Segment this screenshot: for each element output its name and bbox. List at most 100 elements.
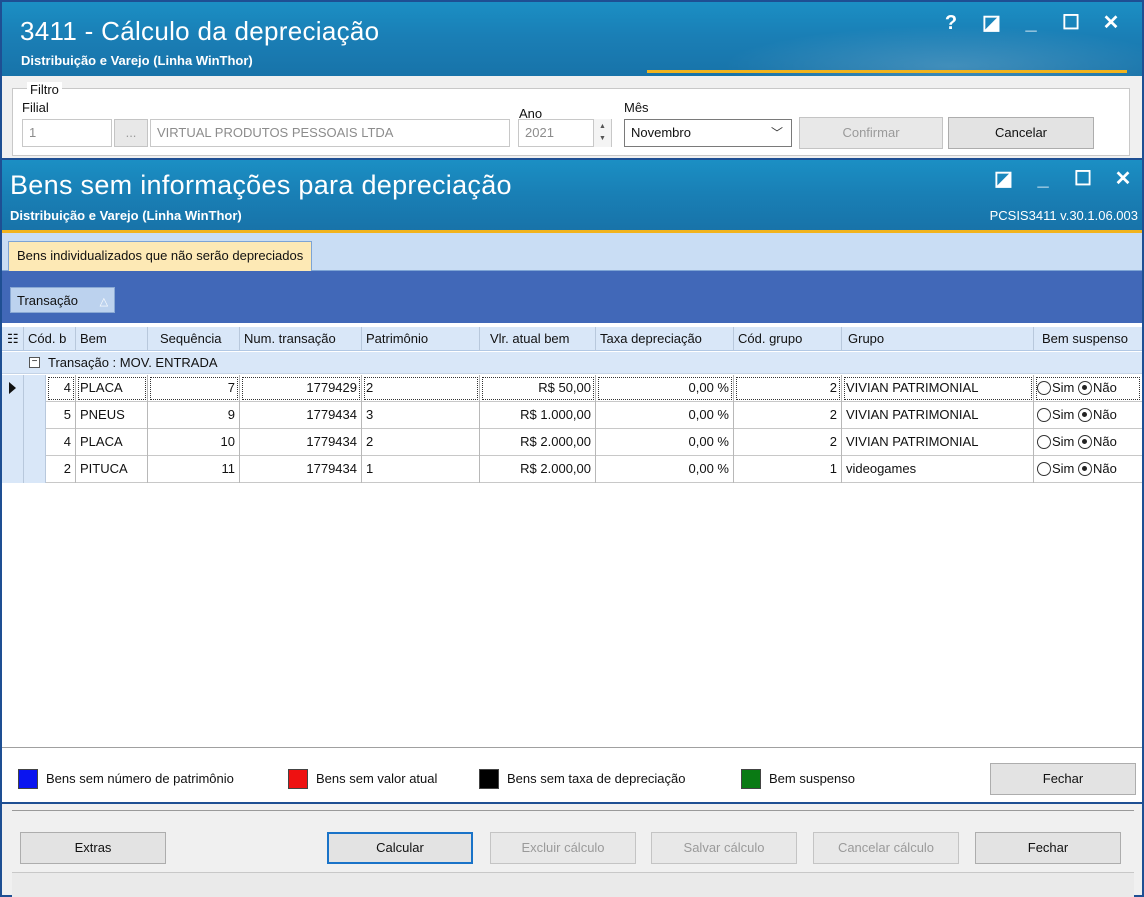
cell-cod-grupo[interactable]: 2	[734, 375, 842, 402]
cancelar-calculo-button[interactable]: Cancelar cálculo	[813, 832, 959, 864]
cell-bem[interactable]: PLACA	[76, 375, 148, 402]
cell-cod[interactable]: 4	[46, 375, 76, 402]
header-taxa[interactable]: Taxa depreciação	[596, 327, 734, 351]
close-icon[interactable]: ✕	[1114, 168, 1132, 190]
group-chip-transacao[interactable]: Transação △	[10, 287, 116, 313]
radio-nao[interactable]	[1078, 408, 1093, 422]
ano-field[interactable]: 2021 ▲ ▼	[518, 119, 612, 147]
group-by-panel: Transação △	[2, 271, 1142, 323]
calcular-button[interactable]: Calcular	[327, 832, 473, 864]
radio-sim-label: Sim	[1052, 407, 1075, 422]
cell-taxa[interactable]: 0,00 %	[596, 429, 734, 456]
cell-seq[interactable]: 9	[148, 402, 240, 429]
restore-icon[interactable]: ◪	[994, 168, 1013, 190]
cell-patrimonio[interactable]: 3	[362, 402, 480, 429]
cell-taxa[interactable]: 0,00 %	[596, 456, 734, 483]
cancelar-button[interactable]: Cancelar	[948, 117, 1094, 149]
close-icon[interactable]: ✕	[1102, 12, 1120, 34]
cell-seq[interactable]: 11	[148, 456, 240, 483]
column-chooser-icon[interactable]: ☷	[2, 327, 24, 351]
ano-spinner[interactable]: ▲ ▼	[593, 119, 611, 147]
sort-ascending-icon: △	[99, 296, 109, 308]
minimize-icon[interactable]: _	[1022, 12, 1040, 34]
help-icon[interactable]: ?	[942, 12, 960, 34]
cell-bem[interactable]: PLACA	[76, 429, 148, 456]
salvar-calculo-button[interactable]: Salvar cálculo	[651, 832, 797, 864]
cell-taxa[interactable]: 0,00 %	[596, 402, 734, 429]
cell-bem[interactable]: PITUCA	[76, 456, 148, 483]
bens-grid: ☷ Cód. b Bem Sequência Num. transação Pa…	[2, 323, 1142, 747]
cell-grupo[interactable]: VIVIAN PATRIMONIAL	[842, 429, 1034, 456]
table-row[interactable]: 2 PITUCA 11 1779434 1 R$ 2.000,00 0,00 %…	[2, 456, 1142, 483]
cell-cod-grupo[interactable]: 2	[734, 402, 842, 429]
filial-lookup-button[interactable]: ...	[114, 119, 148, 147]
restore-icon[interactable]: ◪	[982, 12, 1001, 34]
cell-grupo[interactable]: VIVIAN PATRIMONIAL	[842, 375, 1034, 402]
cell-num[interactable]: 1779434	[240, 456, 362, 483]
extras-button[interactable]: Extras	[20, 832, 166, 864]
cell-patrimonio[interactable]: 2	[362, 429, 480, 456]
header-vlr-atual[interactable]: Vlr. atual bem	[480, 327, 596, 351]
cell-taxa[interactable]: 0,00 %	[596, 375, 734, 402]
table-row[interactable]: 5 PNEUS 9 1779434 3 R$ 1.000,00 0,00 % 2…	[2, 402, 1142, 429]
header-grupo[interactable]: Grupo	[842, 327, 1034, 351]
tab-bens-individualizados[interactable]: Bens individualizados que não serão depr…	[8, 241, 313, 271]
filial-code-field[interactable]: 1	[22, 119, 112, 147]
radio-nao[interactable]	[1078, 381, 1093, 395]
row-indicator	[2, 456, 24, 483]
radio-sim[interactable]	[1037, 408, 1051, 422]
table-row[interactable]: 4 PLACA 7 1779429 2 R$ 50,00 0,00 % 2 VI…	[2, 375, 1142, 402]
legend-swatch-red	[288, 769, 308, 789]
fechar-dialog-button[interactable]: Fechar	[990, 763, 1136, 795]
radio-sim[interactable]	[1037, 381, 1051, 395]
mes-label: Mês	[624, 100, 649, 115]
header-sequencia[interactable]: Sequência	[148, 327, 240, 351]
cell-valor[interactable]: R$ 50,00	[480, 375, 596, 402]
cell-num[interactable]: 1779429	[240, 375, 362, 402]
header-cod-grupo[interactable]: Cód. grupo	[734, 327, 842, 351]
cell-seq[interactable]: 7	[148, 375, 240, 402]
cell-valor[interactable]: R$ 2.000,00	[480, 429, 596, 456]
cell-cod-grupo[interactable]: 1	[734, 456, 842, 483]
header-num-transacao[interactable]: Num. transação	[240, 327, 362, 351]
maximize-icon[interactable]: ☐	[1062, 12, 1080, 34]
collapse-icon[interactable]: −	[29, 357, 40, 368]
cell-num[interactable]: 1779434	[240, 402, 362, 429]
cell-patrimonio[interactable]: 1	[362, 456, 480, 483]
cell-cod-grupo[interactable]: 2	[734, 429, 842, 456]
main-window-title: 3411 - Cálculo da depreciação	[20, 16, 380, 46]
header-bem-suspenso[interactable]: Bem suspenso	[1034, 327, 1142, 351]
cell-bem-suspenso: Sim Não	[1034, 402, 1142, 429]
fechar-main-button[interactable]: Fechar	[975, 832, 1121, 864]
header-patrimonio[interactable]: Patrimônio	[362, 327, 480, 351]
maximize-icon[interactable]: ☐	[1074, 168, 1092, 190]
minimize-icon[interactable]: _	[1034, 168, 1052, 190]
cell-grupo[interactable]: VIVIAN PATRIMONIAL	[842, 402, 1034, 429]
mes-select[interactable]: Novembro ﹀	[624, 119, 792, 147]
row-indent	[24, 375, 46, 402]
legend-swatch-green	[741, 769, 761, 789]
radio-sim[interactable]	[1037, 435, 1051, 449]
cell-seq[interactable]: 10	[148, 429, 240, 456]
cell-cod[interactable]: 5	[46, 402, 76, 429]
excluir-calculo-button[interactable]: Excluir cálculo	[490, 832, 636, 864]
radio-nao[interactable]	[1078, 462, 1093, 476]
cell-valor[interactable]: R$ 2.000,00	[480, 456, 596, 483]
cell-bem-suspenso: Sim Não	[1034, 456, 1142, 483]
cell-valor[interactable]: R$ 1.000,00	[480, 402, 596, 429]
cell-cod[interactable]: 2	[46, 456, 76, 483]
cell-patrimonio[interactable]: 2	[362, 375, 480, 402]
radio-sim[interactable]	[1037, 462, 1051, 476]
header-bem[interactable]: Bem	[76, 327, 148, 351]
confirmar-button[interactable]: Confirmar	[799, 117, 943, 149]
radio-nao[interactable]	[1078, 435, 1093, 449]
cell-grupo[interactable]: videogames	[842, 456, 1034, 483]
cell-bem[interactable]: PNEUS	[76, 402, 148, 429]
group-chip-label: Transação	[17, 293, 78, 308]
cell-cod[interactable]: 4	[46, 429, 76, 456]
table-row[interactable]: 4 PLACA 10 1779434 2 R$ 2.000,00 0,00 % …	[2, 429, 1142, 456]
radio-sim-label: Sim	[1052, 434, 1075, 449]
header-cod-bem[interactable]: Cód. b	[24, 327, 76, 351]
row-indent	[24, 456, 46, 483]
cell-num[interactable]: 1779434	[240, 429, 362, 456]
